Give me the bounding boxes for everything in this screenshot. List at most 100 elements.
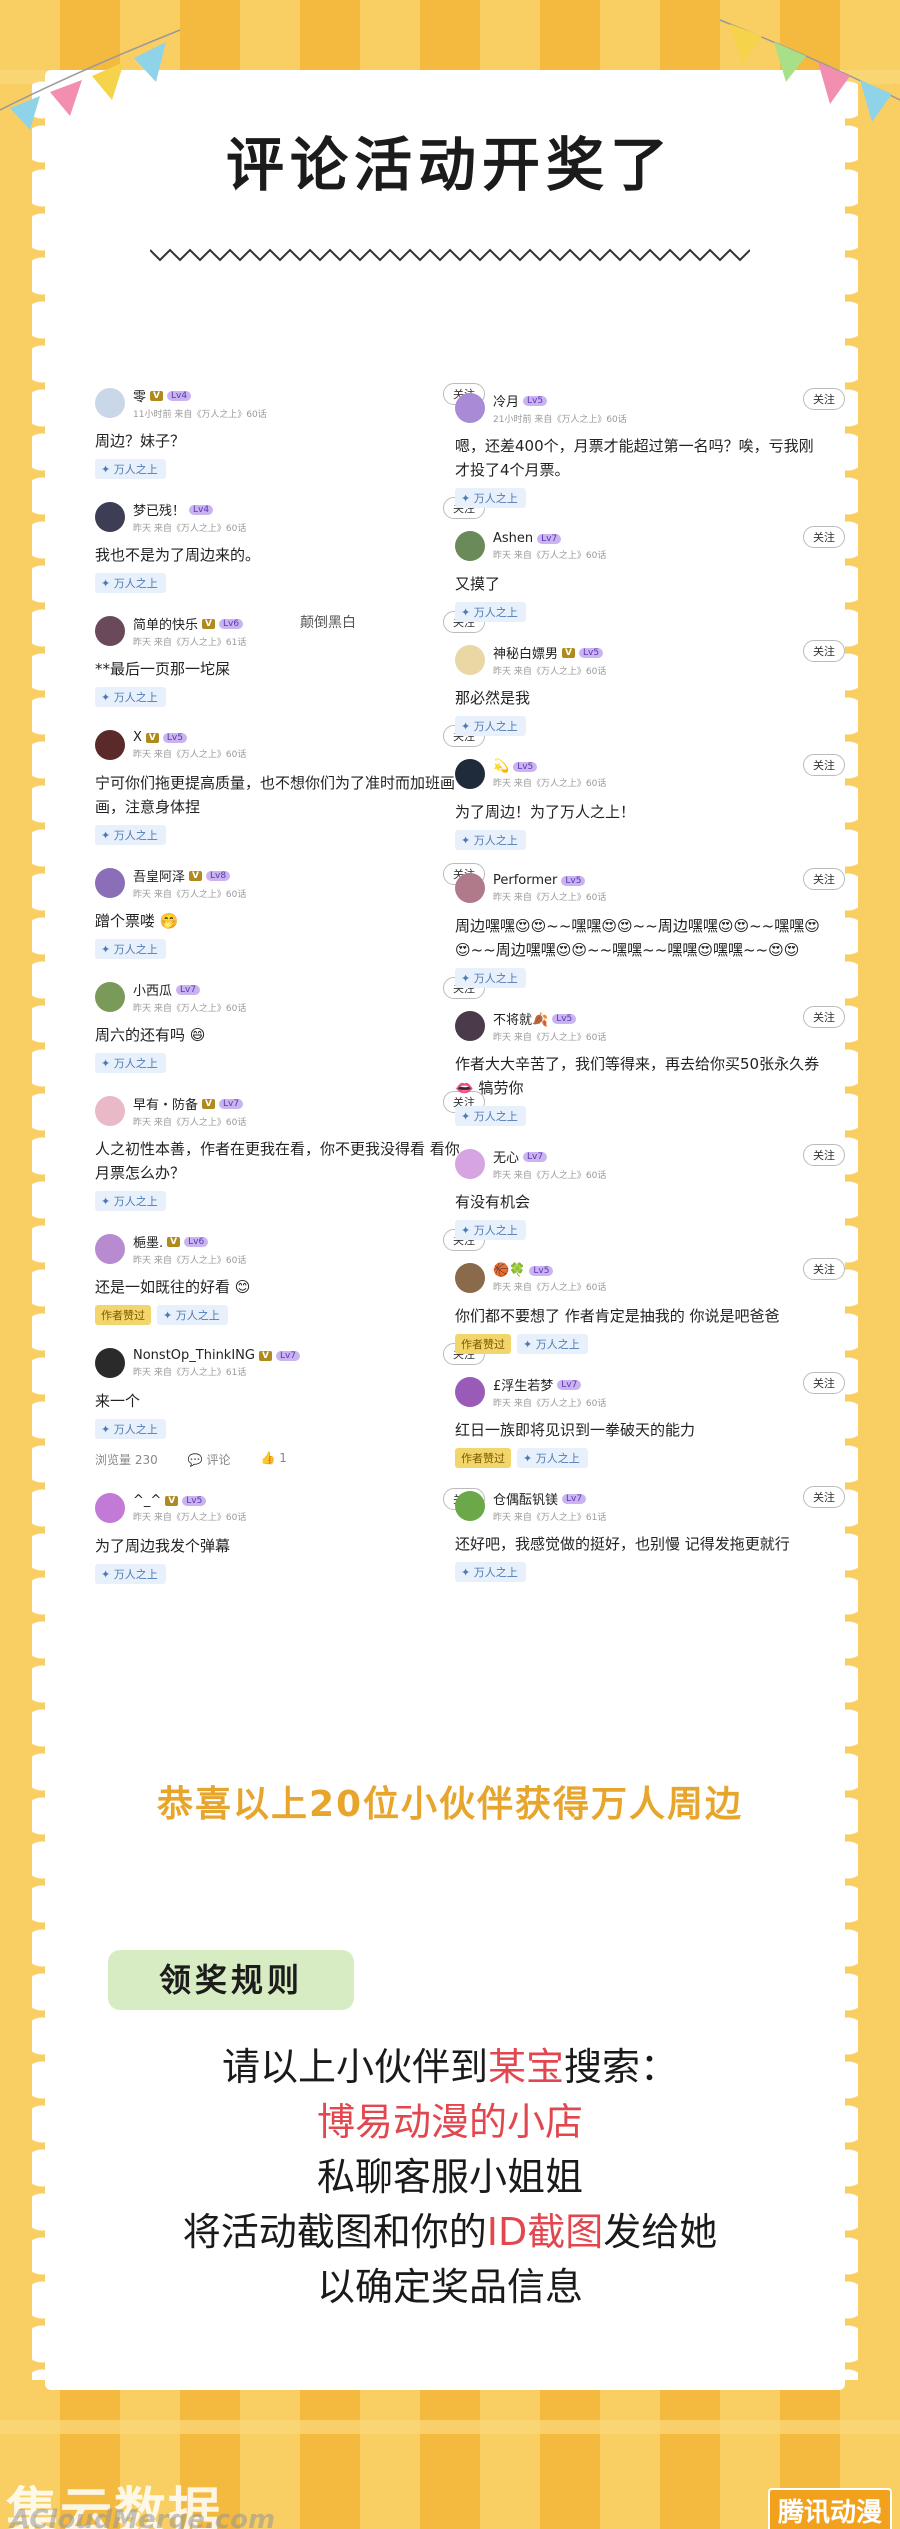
user-name[interactable]: 早有・防备	[133, 1094, 198, 1113]
book-tag[interactable]: ✦ 万人之上	[95, 1564, 166, 1584]
comment-meta: Ashen Lv7 昨天 来自《万人之上》60话	[493, 531, 845, 561]
comment-tags: ✦ 万人之上	[95, 459, 485, 479]
book-tag[interactable]: ✦ 万人之上	[95, 825, 166, 845]
comment-button[interactable]: 💬 评论	[188, 1451, 231, 1468]
avatar[interactable]	[455, 1377, 485, 1407]
user-name[interactable]: Performer	[493, 873, 557, 888]
comment-tags: ✦ 万人之上	[95, 1564, 485, 1584]
follow-button[interactable]: 关注	[803, 640, 845, 662]
book-tag[interactable]: ✦ 万人之上	[95, 573, 166, 593]
vip-badge-icon: V	[258, 1350, 272, 1361]
avatar[interactable]	[95, 1096, 125, 1126]
congrats-banner: 恭喜以上20位小伙伴获得万人周边	[156, 1784, 744, 1825]
follow-button[interactable]: 关注	[803, 1006, 845, 1028]
level-badge: Lv7	[176, 984, 201, 995]
avatar[interactable]	[95, 502, 125, 532]
level-badge: Lv5	[182, 1495, 207, 1506]
book-tag[interactable]: ✦ 万人之上	[455, 716, 526, 736]
avatar[interactable]	[95, 1493, 125, 1523]
book-tag[interactable]: ✦ 万人之上	[95, 939, 166, 959]
comment-text: 我也不是为了周边来的。	[95, 546, 261, 564]
follow-button[interactable]: 关注	[803, 388, 845, 410]
user-name[interactable]: 不将就🍂	[493, 1009, 548, 1028]
user-name[interactable]: 小西瓜	[133, 980, 172, 999]
avatar[interactable]	[95, 1234, 125, 1264]
comment-source: 昨天 来自《万人之上》60话	[493, 779, 607, 789]
book-tag[interactable]: ✦ 万人之上	[517, 1334, 588, 1354]
like-button[interactable]: 👍 1	[261, 1451, 287, 1468]
book-tag[interactable]: ✦ 万人之上	[455, 488, 526, 508]
follow-button[interactable]: 关注	[803, 526, 845, 548]
avatar[interactable]	[455, 1149, 485, 1179]
follow-button[interactable]: 关注	[803, 1144, 845, 1166]
post-stats: 浏览量 230 💬 评论 👍 1	[95, 1449, 485, 1480]
comment-source: 昨天 来自《万人之上》60话	[493, 551, 607, 561]
comment-card: 小西瓜 Lv7 昨天 来自《万人之上》60话 关注 周六的还有吗 😄 ✦ 万人之…	[95, 969, 485, 1083]
user-name[interactable]: 零	[133, 386, 146, 405]
comment-meta: 仓偶酝钒镁 Lv7 昨天 来自《万人之上》61话	[493, 1489, 845, 1523]
avatar[interactable]	[455, 759, 485, 789]
comment-card: NonstOp_ThinkING V Lv7 昨天 来自《万人之上》61话 关注…	[95, 1335, 485, 1449]
user-name[interactable]: 神秘白嫖男	[493, 643, 558, 662]
follow-button[interactable]: 关注	[803, 1486, 845, 1508]
follow-button[interactable]: 关注	[803, 1258, 845, 1280]
user-name[interactable]: 🏀🍀	[493, 1263, 525, 1278]
follow-button[interactable]: 关注	[803, 868, 845, 890]
user-name[interactable]: 冷月	[493, 391, 519, 410]
user-name[interactable]: 简单的快乐	[133, 614, 198, 633]
comment-source: 21小时前 来自《万人之上》60话	[493, 415, 627, 425]
book-tag[interactable]: ✦ 万人之上	[455, 602, 526, 622]
avatar[interactable]	[95, 616, 125, 646]
comment-card: 简单的快乐 V Lv6 昨天 来自《万人之上》61话 关注 **最后一页那一坨屎…	[95, 603, 485, 717]
level-badge: Lv6	[218, 618, 244, 629]
comment-text: 蹭个票喽 🤭	[95, 912, 179, 930]
comment-card: 早有・防备 V Lv7 昨天 来自《万人之上》60话 关注 人之初性本善，作者在…	[95, 1083, 485, 1221]
avatar[interactable]	[95, 388, 125, 418]
vip-badge-icon: V	[145, 732, 159, 743]
book-tag[interactable]: ✦ 万人之上	[455, 830, 526, 850]
user-name[interactable]: 吾皇阿泽	[133, 866, 185, 885]
comment-tags: ✦ 万人之上	[95, 687, 485, 707]
book-tag[interactable]: ✦ 万人之上	[95, 687, 166, 707]
avatar[interactable]	[455, 645, 485, 675]
follow-button[interactable]: 关注	[803, 1372, 845, 1394]
avatar[interactable]	[95, 982, 125, 1012]
comment-card: 🏀🍀 Lv5 昨天 来自《万人之上》60话 关注 你们都不要想了 作者肯定是抽我…	[455, 1250, 845, 1364]
book-tag[interactable]: ✦ 万人之上	[95, 459, 166, 479]
book-tag[interactable]: ✦ 万人之上	[455, 1220, 526, 1240]
avatar[interactable]	[95, 730, 125, 760]
book-tag[interactable]: ✦ 万人之上	[95, 1053, 166, 1073]
user-name-row: NonstOp_ThinkING V Lv7	[133, 1348, 485, 1363]
comment-tags: ✦ 万人之上	[455, 1106, 845, 1126]
book-tag[interactable]: ✦ 万人之上	[455, 1106, 526, 1126]
comment-header: 神秘白嫖男 V Lv5 昨天 来自《万人之上》60话 关注	[455, 640, 845, 680]
book-tag[interactable]: ✦ 万人之上	[517, 1448, 588, 1468]
avatar[interactable]	[455, 1491, 485, 1521]
user-name[interactable]: 梦已残！	[133, 500, 185, 519]
user-name[interactable]: 💫	[493, 759, 509, 774]
avatar[interactable]	[455, 1263, 485, 1293]
user-name[interactable]: ^_^	[133, 1493, 161, 1508]
user-name[interactable]: Ashen	[493, 531, 533, 546]
user-name[interactable]: 梔墨.	[133, 1232, 163, 1251]
avatar[interactable]	[455, 1011, 485, 1041]
user-name-row: 零 V Lv4	[133, 386, 485, 405]
follow-button[interactable]: 关注	[803, 754, 845, 776]
book-tag[interactable]: ✦ 万人之上	[95, 1191, 166, 1211]
user-name[interactable]: NonstOp_ThinkING	[133, 1348, 255, 1363]
book-tag[interactable]: ✦ 万人之上	[95, 1419, 166, 1439]
book-tag[interactable]: ✦ 万人之上	[157, 1305, 228, 1325]
book-tag[interactable]: ✦ 万人之上	[455, 968, 526, 988]
user-name[interactable]: £浮生若梦	[493, 1375, 553, 1394]
book-tag[interactable]: ✦ 万人之上	[455, 1562, 526, 1582]
user-name[interactable]: 仓偶酝钒镁	[493, 1489, 558, 1508]
comment-tags: ✦ 万人之上	[455, 968, 845, 988]
avatar[interactable]	[95, 868, 125, 898]
user-name[interactable]: 无心	[493, 1147, 519, 1166]
avatar[interactable]	[455, 393, 485, 423]
user-name[interactable]: X	[133, 730, 142, 745]
comment-text: 来一个	[95, 1392, 141, 1410]
avatar[interactable]	[455, 531, 485, 561]
avatar[interactable]	[455, 873, 485, 903]
avatar[interactable]	[95, 1348, 125, 1378]
